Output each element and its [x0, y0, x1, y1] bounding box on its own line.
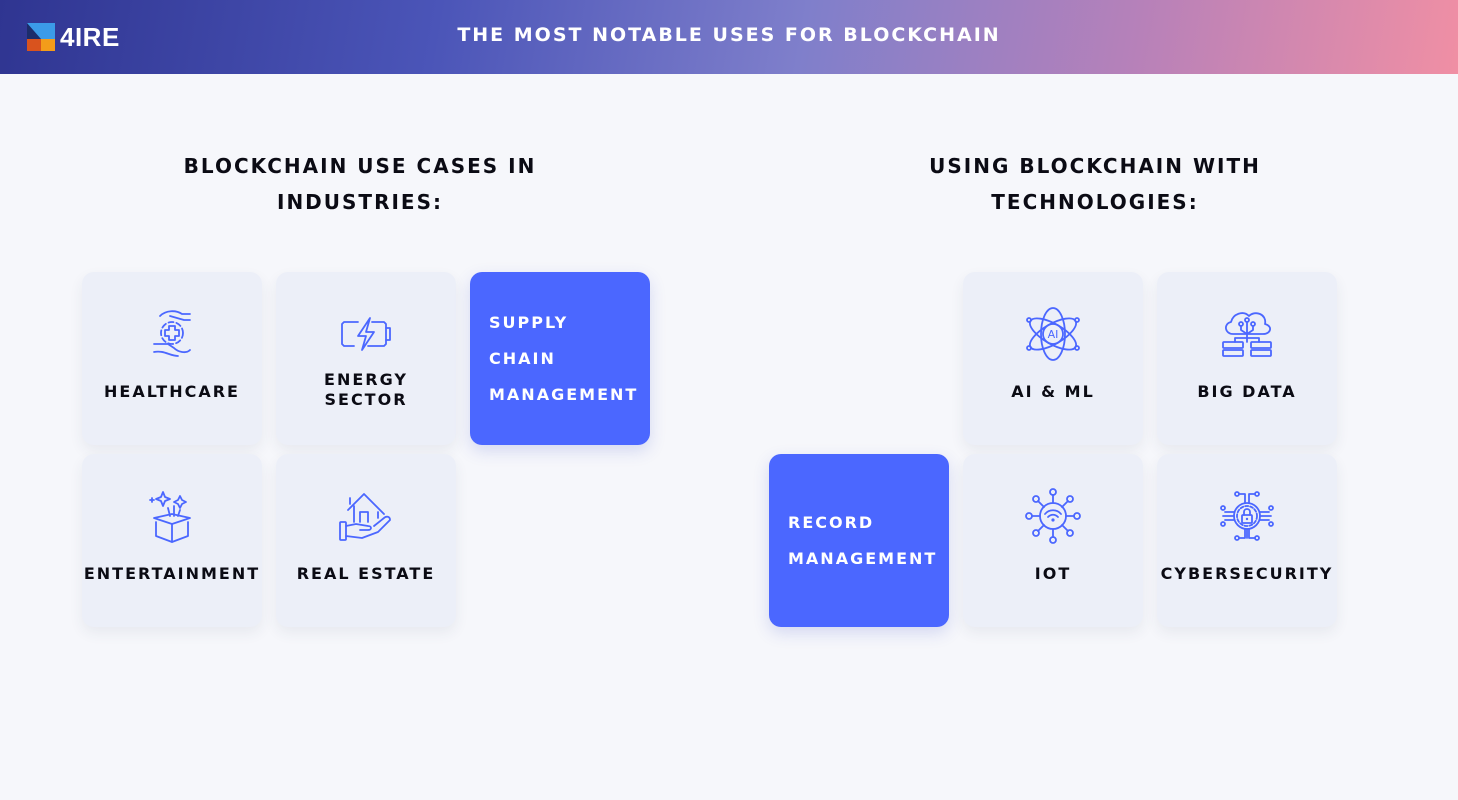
- ai-atom-icon: AI: [1025, 306, 1081, 362]
- healthcare-hands-cross-icon: [144, 306, 200, 362]
- iot-network-icon: [1025, 488, 1081, 544]
- svg-text:AI: AI: [1048, 328, 1059, 341]
- card-energy-sector: ENERGY SECTOR: [276, 272, 456, 445]
- card-record-management: RECORD MANAGEMENT: [769, 454, 949, 627]
- card-label: ENTERTAINMENT: [83, 564, 261, 583]
- industries-title-line2: INDUSTRIES:: [277, 190, 443, 214]
- card-label: BIG DATA: [1197, 382, 1297, 401]
- card-label: ENERGY SECTOR: [324, 370, 408, 409]
- technologies-title-line1: USING BLOCKCHAIN WITH: [929, 154, 1261, 178]
- industries-title-line1: BLOCKCHAIN USE CASES IN: [183, 154, 537, 178]
- card-label: HEALTHCARE: [104, 382, 240, 401]
- circuit-lock-icon: [1219, 488, 1275, 544]
- card-cybersecurity: CYBERSECURITY: [1157, 454, 1337, 627]
- gift-box-sparkles-icon: [144, 488, 200, 544]
- card-supply-chain-management: SUPPLY CHAIN MANAGEMENT: [470, 272, 650, 445]
- technologies-title-line2: TECHNOLOGIES:: [991, 190, 1199, 214]
- header-banner: 4IRE THE MOST NOTABLE USES FOR BLOCKCHAI…: [0, 0, 1458, 74]
- house-in-hand-icon: [338, 488, 394, 544]
- card-label: REAL ESTATE: [296, 564, 436, 583]
- technologies-section-title: USING BLOCKCHAIN WITH TECHNOLOGIES:: [895, 148, 1295, 220]
- card-healthcare: HEALTHCARE: [82, 272, 262, 445]
- card-label: AI & ML: [1011, 382, 1095, 401]
- card-big-data: BIG DATA: [1157, 272, 1337, 445]
- card-entertainment: ENTERTAINMENT: [82, 454, 262, 627]
- battery-lightning-icon: [338, 306, 394, 362]
- industries-section-title: BLOCKCHAIN USE CASES IN INDUSTRIES:: [160, 148, 560, 220]
- card-iot: IOT: [963, 454, 1143, 627]
- card-real-estate: REAL ESTATE: [276, 454, 456, 627]
- card-ai-ml: AI AI & ML: [963, 272, 1143, 445]
- card-label: IOT: [1034, 564, 1072, 583]
- card-label: CYBERSECURITY: [1160, 564, 1334, 583]
- page-title: THE MOST NOTABLE USES FOR BLOCKCHAIN: [457, 24, 1001, 46]
- cloud-database-icon: [1219, 306, 1275, 362]
